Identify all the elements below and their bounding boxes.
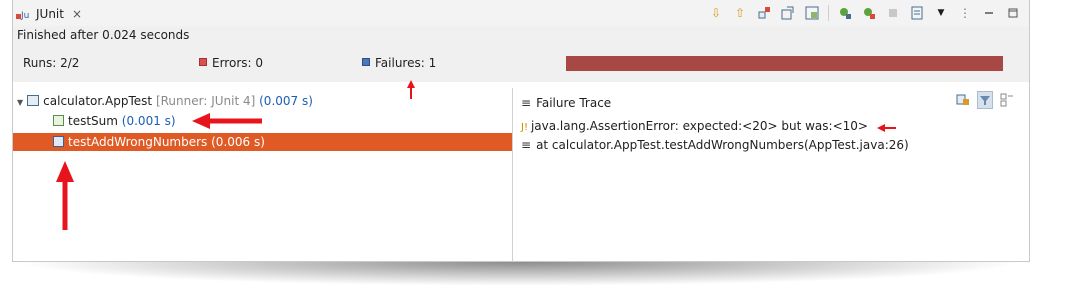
- annotation-overlay: [56, 80, 896, 230]
- arrow-to-assertion: [877, 124, 896, 132]
- arrow-to-testsum: [192, 113, 262, 129]
- arrow-to-failed-test: [56, 161, 74, 230]
- arrow-to-failures: [407, 80, 415, 99]
